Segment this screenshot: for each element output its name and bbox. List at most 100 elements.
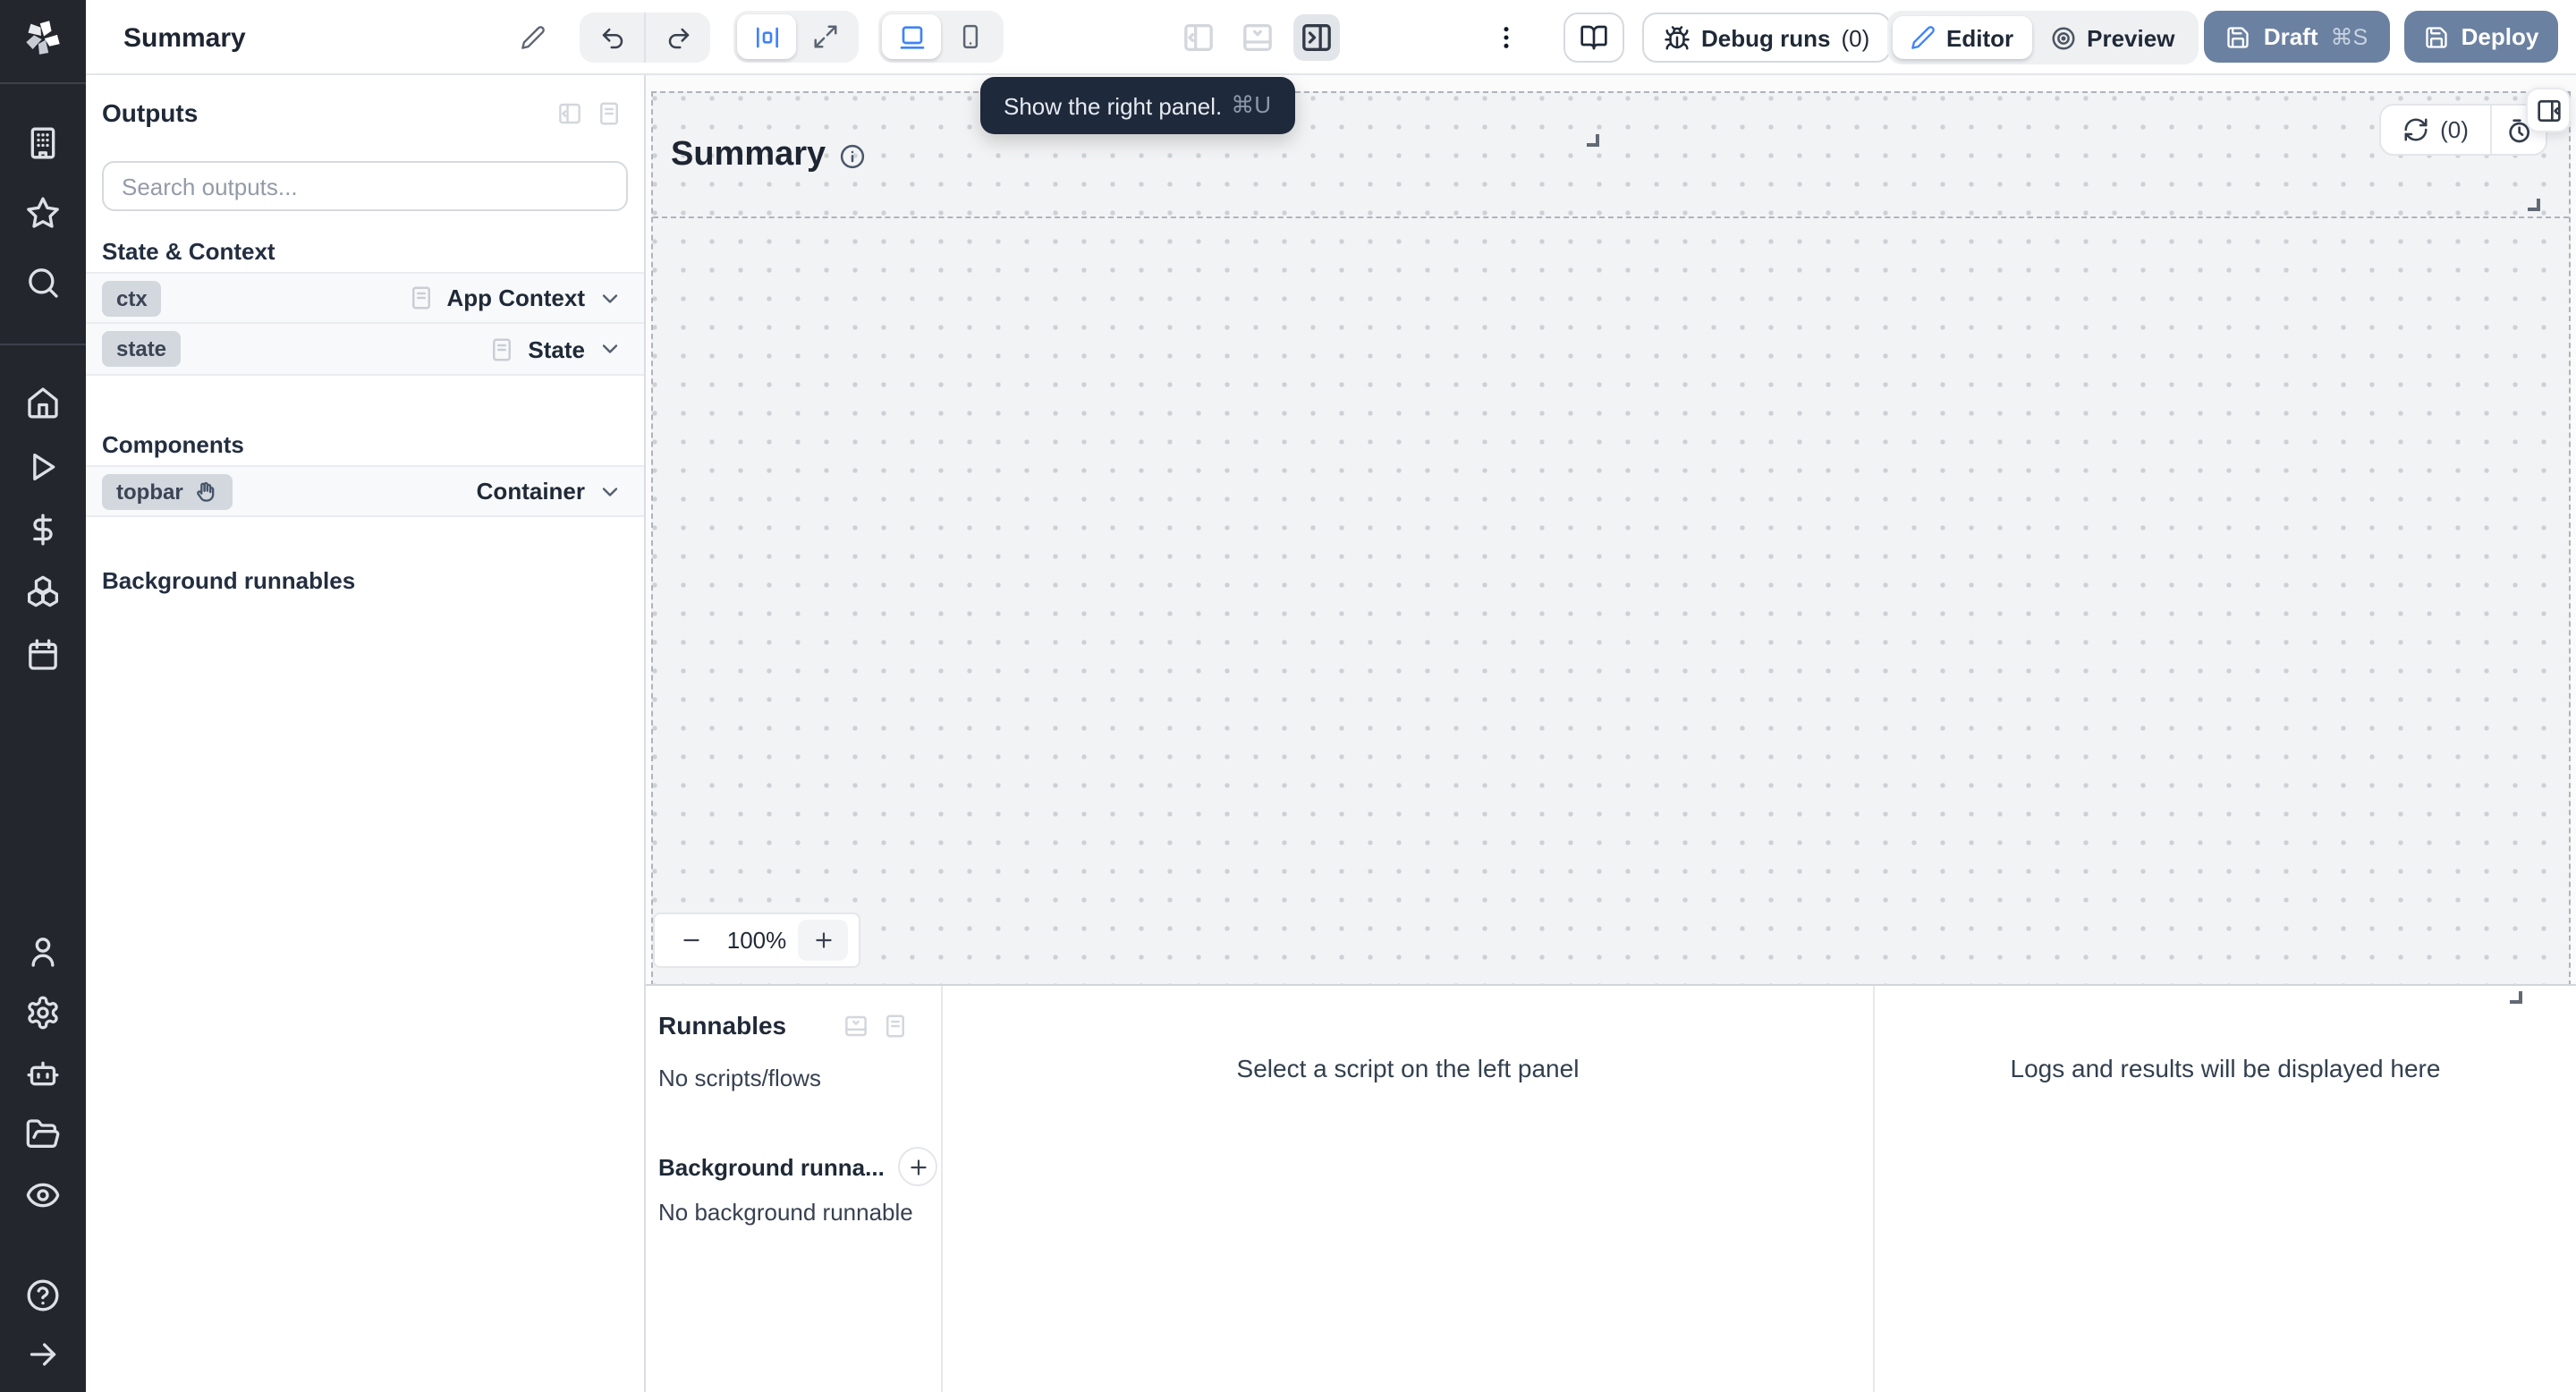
canvas-column: Summary (0) 100% Runnables No scripts/fl…: [646, 75, 2576, 1392]
workspace-building-icon[interactable]: [25, 125, 61, 161]
device-toggle-group: [878, 11, 1004, 63]
section-background-runnables: Background runnables: [102, 567, 356, 594]
no-background-runnable-text: No background runnable: [658, 1199, 913, 1226]
resize-handle[interactable]: [2528, 199, 2540, 211]
ctx-type-label: App Context: [446, 284, 585, 311]
schedules-calendar-icon[interactable]: [25, 637, 61, 673]
topbar-type-label: Container: [476, 478, 585, 505]
output-row-state[interactable]: state State: [86, 324, 644, 376]
runnables-bottom-panel: Runnables No scripts/flows Background ru…: [646, 984, 2576, 1392]
runs-play-icon[interactable]: [25, 449, 61, 485]
preview-label: Preview: [2087, 24, 2175, 51]
zoom-out-button[interactable]: [665, 920, 716, 961]
runnables-list-section: Runnables No scripts/flows Background ru…: [646, 986, 943, 1392]
collapse-panel-icon[interactable]: [556, 99, 583, 126]
right-panel-tooltip: Show the right panel. ⌘U: [980, 77, 1295, 134]
draft-label: Draft: [2263, 23, 2318, 50]
outputs-doc-icon[interactable]: [596, 99, 623, 126]
deploy-button[interactable]: Deploy: [2404, 11, 2558, 63]
more-options-kebab-icon[interactable]: [1492, 21, 1521, 54]
redo-button[interactable]: [646, 13, 710, 63]
hand-pointer-cursor-icon: [194, 479, 219, 504]
save-draft-button[interactable]: Draft ⌘S: [2204, 11, 2390, 63]
app-canvas[interactable]: Summary (0) 100%: [646, 75, 2576, 984]
preview-tab[interactable]: Preview: [2031, 16, 2192, 59]
resources-boxes-icon[interactable]: [25, 574, 61, 610]
toggle-right-panel-icon[interactable]: [1293, 14, 1340, 61]
rail-divider: [0, 344, 86, 345]
collapse-arrow-right-icon[interactable]: [25, 1337, 61, 1372]
search-outputs-input[interactable]: [102, 161, 628, 211]
debug-runs-label: Debug runs: [1701, 24, 1831, 51]
toggle-bottom-panel-icon[interactable]: [1234, 14, 1281, 61]
zoom-level: 100%: [726, 927, 787, 954]
debug-runs-button[interactable]: Debug runs (0): [1642, 13, 1892, 63]
runnables-title: Runnables: [658, 1011, 787, 1040]
mobile-view-button[interactable]: [941, 14, 1000, 59]
editor-tab[interactable]: Editor: [1893, 16, 2032, 59]
docs-book-button[interactable]: [1563, 13, 1624, 63]
editor-toolbar: Summary Debug runs (0) Editor Preview Dr…: [86, 0, 2576, 75]
windmill-logo-icon[interactable]: [23, 18, 63, 57]
chevron-down-icon[interactable]: [597, 285, 623, 310]
runnables-doc-icon[interactable]: [882, 1012, 909, 1039]
refresh-components-button[interactable]: (0): [2381, 106, 2490, 154]
ai-bot-icon[interactable]: [25, 1056, 61, 1091]
layout-width-group: [733, 11, 859, 63]
variables-dollar-icon[interactable]: [25, 512, 61, 547]
app-title: Summary: [123, 22, 246, 53]
doc-icon: [488, 335, 515, 362]
left-rail: [0, 0, 86, 1392]
chevron-down-icon[interactable]: [597, 336, 623, 361]
home-icon[interactable]: [25, 385, 61, 420]
resize-handle[interactable]: [2510, 991, 2522, 1004]
zoom-in-button[interactable]: [798, 920, 848, 961]
canvas-summary-title: Summary: [671, 135, 826, 173]
toggle-left-panel-icon[interactable]: [1175, 14, 1222, 61]
user-icon[interactable]: [25, 934, 61, 970]
resize-handle[interactable]: [1587, 134, 1599, 147]
canvas-grid[interactable]: Summary: [651, 91, 2571, 984]
search-icon[interactable]: [25, 265, 61, 301]
output-row-topbar[interactable]: topbar Container: [86, 465, 644, 517]
state-badge[interactable]: state: [102, 331, 182, 367]
section-state-context: State & Context: [102, 238, 275, 265]
tooltip-shortcut: ⌘U: [1231, 91, 1272, 118]
panel-toggle-group: [1175, 14, 1340, 61]
script-editor-placeholder: Select a script on the left panel: [943, 986, 1875, 1392]
edit-title-pencil-icon[interactable]: [521, 25, 546, 50]
open-right-panel-button[interactable]: [2526, 88, 2571, 132]
info-icon[interactable]: [838, 143, 865, 170]
full-width-button[interactable]: [796, 14, 855, 59]
topbar-badge[interactable]: topbar: [102, 473, 233, 509]
canvas-refresh-group: (0): [2379, 104, 2547, 156]
zoom-control: 100%: [653, 912, 860, 968]
eye-icon[interactable]: [25, 1177, 61, 1213]
chevron-down-icon[interactable]: [597, 479, 623, 504]
doc-icon: [407, 284, 434, 311]
favorites-star-icon[interactable]: [25, 195, 61, 231]
draft-shortcut: ⌘S: [2330, 25, 2368, 50]
help-icon[interactable]: [25, 1277, 61, 1313]
app-window: Summary Debug runs (0) Editor Preview Dr…: [0, 0, 2576, 1392]
ctx-badge[interactable]: ctx: [102, 280, 162, 316]
undo-redo-group: [580, 13, 710, 63]
state-type-label: State: [528, 335, 585, 362]
centered-layout-button[interactable]: [737, 14, 796, 59]
add-background-runnable-button[interactable]: [898, 1147, 938, 1186]
tooltip-text: Show the right panel.: [1004, 92, 1223, 119]
outputs-panel-title: Outputs: [102, 98, 199, 127]
topbar-container-component[interactable]: Summary: [653, 93, 2569, 218]
collapse-bottom-panel-icon[interactable]: [843, 1012, 869, 1039]
outputs-panel: Outputs State & Context ctx App Context: [86, 75, 646, 1392]
topbar-badge-label: topbar: [116, 479, 183, 504]
editor-label: Editor: [1946, 24, 2014, 51]
logs-results-placeholder: Logs and results will be displayed here: [2010, 1054, 2441, 1082]
output-row-ctx[interactable]: ctx App Context: [86, 272, 644, 324]
folder-open-icon[interactable]: [25, 1116, 61, 1152]
background-runnables-title: Background runna...: [658, 1153, 885, 1180]
desktop-view-button[interactable]: [882, 14, 941, 59]
settings-gear-icon[interactable]: [25, 995, 61, 1031]
editor-preview-segment: Editor Preview: [1887, 11, 2199, 64]
undo-button[interactable]: [580, 13, 644, 63]
